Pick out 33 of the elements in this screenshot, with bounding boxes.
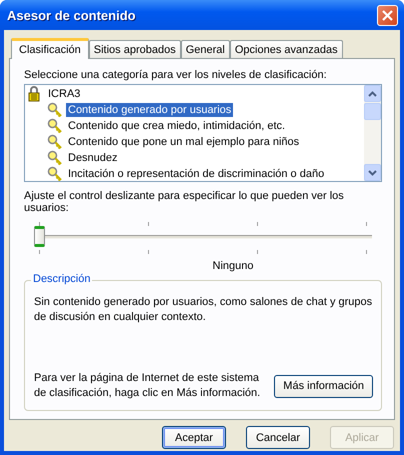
dialog-button[interactable]: Aceptar	[162, 426, 226, 449]
close-icon	[382, 10, 393, 20]
category-prompt: Seleccione una categoría para ver los niveles de clasificación:	[24, 69, 328, 81]
close-button[interactable]	[377, 4, 398, 26]
tree-item[interactable]: Contenido que crea miedo, intimidación, etc.	[66, 119, 288, 133]
key-icon	[47, 102, 63, 118]
dialog-button[interactable]: Cancelar	[246, 426, 310, 449]
rating-slider[interactable]	[34, 222, 372, 254]
tree-item[interactable]: Contenido que pone un mal ejemplo para niños	[66, 135, 302, 149]
scrollbar[interactable]	[364, 85, 381, 181]
tab[interactable]: Sitios aprobados	[88, 40, 181, 58]
tree-item[interactable]: Contenido generado por usuarios	[66, 103, 234, 117]
key-icon	[47, 166, 63, 181]
info-text: Para ver la página de Internet de este sistema de clasificación, haga clic en Más información.	[34, 371, 262, 401]
slider-reading: Ninguno	[212, 260, 254, 272]
tab[interactable]: General	[180, 40, 230, 58]
tab[interactable]: Clasificación	[11, 38, 89, 59]
slider-prompt: Ajuste el control deslizante para especificar lo que pueden ver los usuarios:	[24, 190, 345, 214]
description-text: Sin contenido generado por usuarios, como salones de chat y grupos de discusión en cualquier contexto.	[34, 295, 373, 325]
key-icon	[47, 150, 63, 166]
tree-item[interactable]: Desnudez	[66, 151, 120, 165]
tree-item[interactable]: Incitación o representación de discriminación o daño	[66, 167, 326, 181]
scroll-down-button[interactable]	[364, 164, 381, 181]
window-title: Asesor de contenido	[7, 8, 136, 22]
scroll-thumb[interactable]	[364, 103, 381, 120]
key-icon	[47, 134, 63, 150]
key-icon	[47, 118, 63, 134]
tab[interactable]: Opciones avanzadas	[230, 40, 343, 58]
tree-item[interactable]: ICRA3	[46, 87, 82, 101]
slider-thumb[interactable]	[34, 226, 45, 247]
scroll-up-button[interactable]	[364, 85, 381, 102]
more-info-button[interactable]: Más información	[274, 374, 373, 398]
group-title: Descripción	[31, 273, 92, 285]
